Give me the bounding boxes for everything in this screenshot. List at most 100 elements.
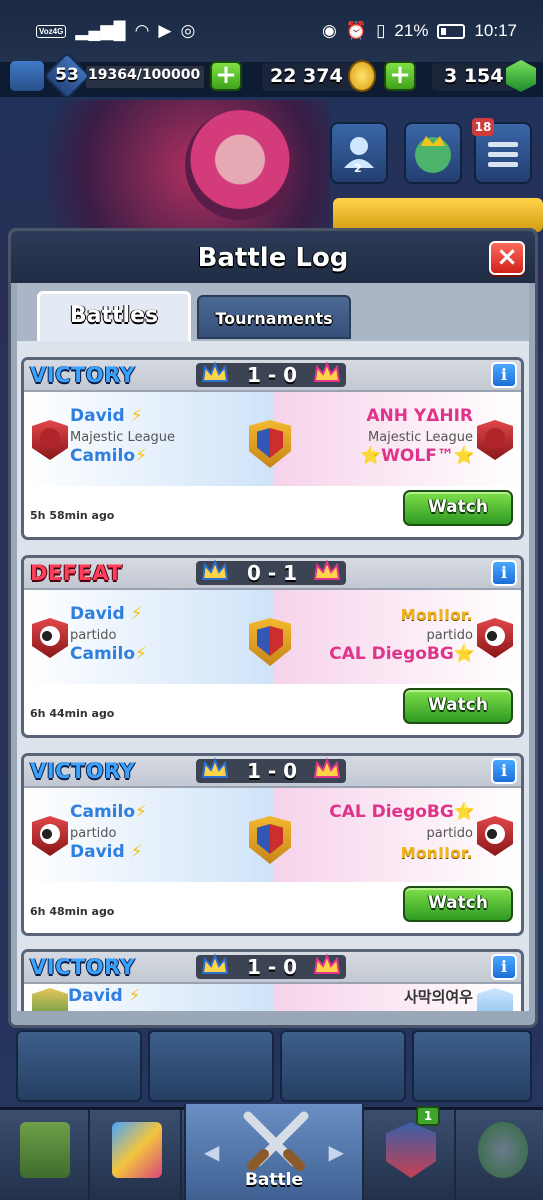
battle-card: VICTORY 1 - 0 i David ⚡ Majestic League … xyxy=(21,357,524,540)
battle-result: DEFEAT xyxy=(30,561,123,585)
bottom-nav: ◀ ▶ Battle xyxy=(0,1104,543,1200)
right-player-1[interactable]: 사막의여우 xyxy=(404,986,473,1007)
red-crown-icon xyxy=(313,559,341,580)
chest-slot[interactable] xyxy=(412,1030,532,1102)
right-league: partido xyxy=(426,826,473,841)
card-header: DEFEAT 0 - 1 i xyxy=(24,558,521,590)
info-button[interactable]: i xyxy=(491,560,517,586)
left-player-2[interactable]: Camilo⚡ xyxy=(70,446,147,466)
clan-world-button[interactable] xyxy=(404,122,462,184)
status-left: Voz4G ▂▄▆█ ◠ ▶ ◎ xyxy=(36,21,195,41)
battle-time-ago: 6h 48min ago xyxy=(30,905,115,918)
signal-icon: ▂▄▆█ xyxy=(75,21,126,40)
chest-slot[interactable] xyxy=(280,1030,406,1102)
gold-ribbon xyxy=(333,198,543,232)
nav-cards[interactable] xyxy=(92,1110,182,1200)
battle-card: VICTORY 1 - 0 i Camilo⚡ partido David ⚡ … xyxy=(21,753,524,936)
tab-battles[interactable]: Battles xyxy=(37,291,191,341)
battery-icon xyxy=(437,23,466,39)
friends-count: 2 xyxy=(354,162,362,175)
resource-bar: 53 19364/100000 + 22 374 + 3 154 xyxy=(0,51,543,101)
lightning-icon: ⚡ xyxy=(135,802,147,822)
right-player-2[interactable]: MonIIor. xyxy=(401,844,473,862)
battle-card: DEFEAT 0 - 1 i David ⚡ partido Camilo⚡ M… xyxy=(21,555,524,738)
right-player-1[interactable]: ANH YΔHIR xyxy=(366,406,473,426)
clock: 10:17 xyxy=(474,21,517,40)
left-league: partido xyxy=(70,628,117,643)
clan-shield-icon xyxy=(386,1122,436,1178)
alarm-icon: ⏰ xyxy=(345,21,368,40)
battery-percent: 21% xyxy=(394,21,429,40)
battle-score: 1 - 0 xyxy=(246,759,298,783)
right-player-1[interactable]: MonIIor. xyxy=(401,606,473,624)
battle-result: VICTORY xyxy=(30,759,136,783)
battle-result: VICTORY xyxy=(30,363,136,387)
arrow-left-icon: ◀ xyxy=(204,1140,220,1164)
red-crown-icon xyxy=(313,757,341,778)
add-xp-button[interactable]: + xyxy=(210,61,242,91)
left-league: Majestic League xyxy=(70,430,176,445)
right-league: Majestic League xyxy=(367,430,473,445)
left-player-1[interactable]: David ⚡ xyxy=(70,604,143,624)
battle-list[interactable]: VICTORY 1 - 0 i David ⚡ Majestic League … xyxy=(17,341,529,1011)
left-player-1[interactable]: Camilo⚡ xyxy=(70,802,147,822)
card-footer: 6h 44min ago Watch xyxy=(24,684,521,735)
treasure-chest-icon xyxy=(20,1122,70,1178)
nav-battle[interactable]: ◀ ▶ Battle xyxy=(184,1104,364,1200)
status-bar: Voz4G ▂▄▆█ ◠ ▶ ◎ ◉ ⏰ ▯ 21% 10:17 xyxy=(0,0,543,62)
nav-clan[interactable] xyxy=(366,1110,456,1200)
friends-button[interactable]: 2 xyxy=(330,122,388,184)
info-button[interactable]: i xyxy=(491,362,517,388)
left-player-1[interactable]: David ⚡ xyxy=(68,986,141,1006)
right-player-2[interactable]: CAL DiegoBG⭐ xyxy=(329,644,475,664)
nav-shop[interactable] xyxy=(0,1110,90,1200)
left-league: partido xyxy=(70,826,117,841)
watch-button[interactable]: Watch xyxy=(403,886,513,922)
arrow-right-icon: ▶ xyxy=(328,1140,344,1164)
lightning-icon: ⚡ xyxy=(135,446,147,466)
cards-icon xyxy=(112,1122,162,1178)
tab-tournaments[interactable]: Tournaments xyxy=(197,295,351,339)
watch-button[interactable]: Watch xyxy=(403,688,513,724)
chest-slots xyxy=(0,1030,543,1102)
clan-notification-badge: 1 xyxy=(416,1106,440,1126)
info-button[interactable]: i xyxy=(491,758,517,784)
tab-bar: Battles Tournaments xyxy=(17,283,529,341)
right-player-1[interactable]: CAL DiegoBG⭐ xyxy=(329,802,475,822)
card-body: David ⚡ 사막의여우 xyxy=(24,984,521,1011)
instagram-icon: ◎ xyxy=(180,21,196,40)
close-button[interactable]: × xyxy=(489,241,525,275)
right-player-2[interactable]: ⭐WOLF™⭐ xyxy=(360,446,475,466)
left-player-2[interactable]: Camilo⚡ xyxy=(70,644,147,664)
battle-time-ago: 6h 44min ago xyxy=(30,707,115,720)
level-number: 53 xyxy=(55,65,79,85)
battle-card: VICTORY 1 - 0 i David ⚡ 사막의여우 xyxy=(21,949,524,1011)
left-player-1[interactable]: David ⚡ xyxy=(70,406,143,426)
gem-amount: 3 154 xyxy=(444,65,504,87)
lightning-icon: ⚡ xyxy=(128,986,141,1006)
blue-crown-icon xyxy=(201,953,229,974)
left-player-2[interactable]: David ⚡ xyxy=(70,842,143,862)
nav-events[interactable] xyxy=(458,1110,543,1200)
gold-coin-icon xyxy=(348,60,376,92)
lightning-icon: ⚡ xyxy=(135,644,147,664)
card-body: Camilo⚡ partido David ⚡ CAL DiegoBG⭐ par… xyxy=(24,788,521,882)
lightning-icon: ⚡ xyxy=(130,406,143,426)
battle-score: 1 - 0 xyxy=(246,363,298,387)
battle-result: VICTORY xyxy=(30,955,136,979)
king-tower-icon[interactable] xyxy=(10,61,44,91)
chest-slot[interactable] xyxy=(16,1030,142,1102)
info-button[interactable]: i xyxy=(491,954,517,980)
watch-button[interactable]: Watch xyxy=(403,490,513,526)
volte-indicator: Voz4G xyxy=(36,24,67,38)
red-crown-icon xyxy=(313,361,341,382)
blue-crown-icon xyxy=(201,757,229,778)
blue-crown-icon xyxy=(201,361,229,382)
add-gold-button[interactable]: + xyxy=(384,61,416,91)
vibrate-icon: ▯ xyxy=(376,21,386,40)
panel-title: Battle Log xyxy=(197,243,349,273)
crossed-swords-icon xyxy=(243,1111,309,1171)
battle-score: 0 - 1 xyxy=(246,561,298,585)
wifi-icon: ◠ xyxy=(134,21,150,40)
chest-slot[interactable] xyxy=(148,1030,274,1102)
